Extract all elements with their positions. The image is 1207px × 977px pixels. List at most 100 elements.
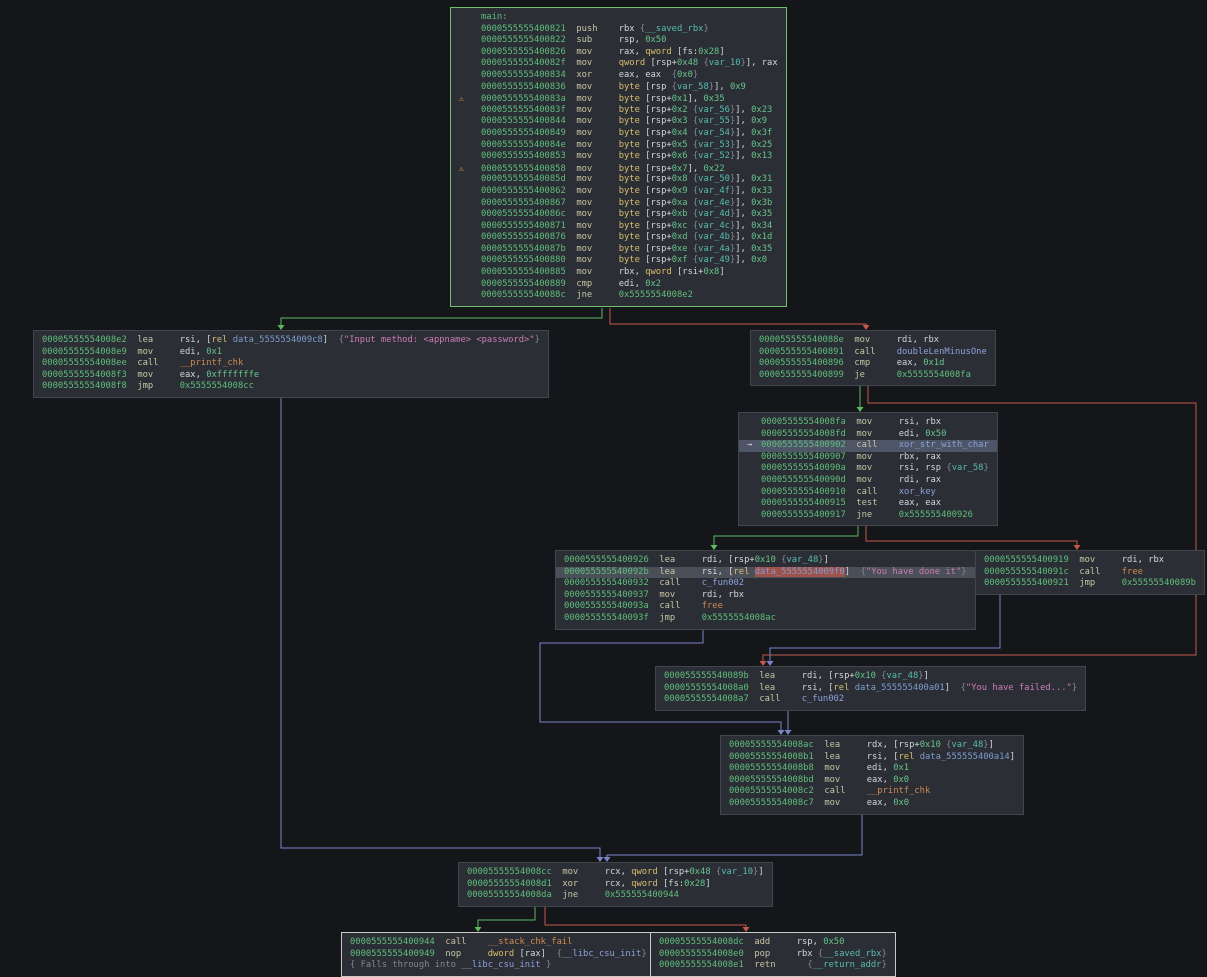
instruction-line[interactable]: 0000555555400919 mov rdi, rbx xyxy=(984,555,1196,567)
instruction-line[interactable]: 00005555554008b8 mov edi, 0x1 xyxy=(729,763,1015,775)
cfg-edge-true xyxy=(281,308,602,325)
instruction-line[interactable]: 00005555554008ee call __printf_chk xyxy=(42,358,540,370)
instruction-line[interactable]: 000055555540085d mov byte [rsp+0x8 {var_… xyxy=(459,174,778,186)
instruction-line[interactable]: 000055555540088e mov rdi, rbx xyxy=(759,335,987,347)
instruction-line[interactable]: 0000555555400917 jne 0x555555400926 xyxy=(747,510,989,522)
basic-block-8ac[interactable]: 00005555554008ac lea rdx, [rsp+0x10 {var… xyxy=(720,735,1024,815)
instruction-line[interactable]: 0000555555400822 sub rsp, 0x50 xyxy=(459,35,778,47)
instruction-line[interactable]: →0000555555400902 call xor_str_with_char xyxy=(739,440,997,452)
instruction-line[interactable]: 0000555555400896 cmp eax, 0x1d xyxy=(759,358,987,370)
token-m: add xyxy=(754,937,796,947)
instruction-line[interactable]: 000055555540082f mov qword [rsp+0x48 {va… xyxy=(459,58,778,70)
instruction-line[interactable]: 00005555554008fa mov rsi, rbx xyxy=(747,417,989,429)
instruction-line[interactable]: 0000555555400880 mov byte [rsp+0xf {var_… xyxy=(459,255,778,267)
token-r: [rsp xyxy=(645,82,666,92)
token-r xyxy=(566,116,577,126)
instruction-line[interactable]: 0000555555400834 xor eax, eax {0x0} xyxy=(459,70,778,82)
instruction-line[interactable]: main: xyxy=(459,12,778,24)
instruction-line[interactable]: 00005555554008b1 lea rsi, [rel data_5555… xyxy=(729,752,1015,764)
instruction-line[interactable]: 0000555555400853 mov byte [rsp+0x6 {var_… xyxy=(459,151,778,163)
instruction-line[interactable]: 00005555554008d1 xor rcx, qword [fs:0x28… xyxy=(467,879,764,891)
instruction-line[interactable]: 0000555555400821 push rbx {__saved_rbx} xyxy=(459,24,778,36)
instruction-line[interactable]: 00005555554008fd mov edi, 0x50 xyxy=(747,429,989,441)
instruction-line[interactable]: 000055555540088c jne 0x5555554008e2 xyxy=(459,290,778,302)
instruction-line[interactable]: 0000555555400862 mov byte [rsp+0x9 {var_… xyxy=(459,186,778,198)
instruction-line[interactable]: 000055555540092b lea rsi, [rel data_5555… xyxy=(556,567,975,579)
token-a: 00005555554008a0 xyxy=(664,683,749,693)
instruction-line[interactable]: 0000555555400871 mov byte [rsp+0xc {var_… xyxy=(459,221,778,233)
instruction-line[interactable]: 00005555554008f3 mov eax, 0xfffffffe xyxy=(42,370,540,382)
instruction-line[interactable]: 00005555554008dc add rsp, 0x50 xyxy=(659,937,887,949)
token-n: 0x0 xyxy=(677,70,693,80)
instruction-line[interactable]: 000055555540090a mov rsi, rsp {var_58} xyxy=(747,463,989,475)
token-r xyxy=(744,960,755,970)
basic-block-8dc[interactable]: 00005555554008dc add rsp, 0x500000555555… xyxy=(650,932,896,977)
instruction-line[interactable]: 0000555555400891 call doubleLenMinusOne xyxy=(759,347,987,359)
instruction-line[interactable]: 00005555554008ac lea rdx, [rsp+0x10 {var… xyxy=(729,740,1015,752)
instruction-line[interactable]: 000055555540093a call free xyxy=(564,601,967,613)
token-a: 0000555555400867 xyxy=(481,198,566,208)
instruction-line[interactable]: 0000555555400899 je 0x5555554008fa xyxy=(759,370,987,382)
instruction-line[interactable]: 0000555555400907 mov rbx, rax xyxy=(747,452,989,464)
token-r: [rsp+ xyxy=(645,244,671,254)
instruction-line[interactable]: 0000555555400844 mov byte [rsp+0x3 {var_… xyxy=(459,116,778,128)
instruction-line[interactable]: 00005555554008c2 call __printf_chk xyxy=(729,786,1015,798)
token-c: } xyxy=(535,335,540,345)
token-r xyxy=(552,890,563,900)
token-a: 0000555555400834 xyxy=(481,70,566,80)
instruction-line[interactable]: 00005555554008e1 retn {__return_addr} xyxy=(659,960,887,972)
instruction-line[interactable]: 0000555555400836 mov byte [rsp {var_58}]… xyxy=(459,82,778,94)
instruction-line[interactable]: 000055555540091c call free xyxy=(984,567,1196,579)
instruction-line[interactable]: 0000555555400876 mov byte [rsp+0xd {var_… xyxy=(459,232,778,244)
instruction-line[interactable]: 0000555555400926 lea rdi, [rsp+0x10 {var… xyxy=(564,555,967,567)
instruction-line[interactable]: 000055555540089b lea rdi, [rsp+0x10 {var… xyxy=(664,671,1077,683)
instruction-line[interactable]: 0000555555400921 jmp 0x55555540089b xyxy=(984,578,1196,590)
basic-block-944[interactable]: 0000555555400944 call __stack_chk_fail00… xyxy=(341,932,656,977)
basic-block-88e[interactable]: 000055555540088e mov rdi, rbx00005555554… xyxy=(750,330,996,386)
instruction-line[interactable]: 0000555555400915 test eax, eax xyxy=(747,498,989,510)
basic-block-8e2[interactable]: 00005555554008e2 lea rsi, [rel data_5555… xyxy=(33,330,549,398)
basic-block-89b[interactable]: 000055555540089b lea rdi, [rsp+0x10 {var… xyxy=(655,666,1086,711)
instruction-line[interactable]: 00005555554008a0 lea rsi, [rel data_5555… xyxy=(664,683,1077,695)
token-a: 000055555540082f xyxy=(481,58,566,68)
instruction-line[interactable]: 00005555554008cc mov rcx, qword [rsp+0x4… xyxy=(467,867,764,879)
instruction-line[interactable]: ⚠000055555540083a mov byte [rsp+0x1], 0x… xyxy=(459,93,778,105)
instruction-line[interactable]: 00005555554008f8 jmp 0x5555554008cc xyxy=(42,381,540,393)
graph-canvas[interactable]: main:0000555555400821 push rbx {__saved_… xyxy=(0,0,1207,977)
basic-block-926[interactable]: 0000555555400926 lea rdi, [rsp+0x10 {var… xyxy=(555,550,976,630)
token-a: 00005555554008e9 xyxy=(42,347,127,357)
basic-block-8fa[interactable]: 00005555554008fa mov rsi, rbx00005555554… xyxy=(738,412,998,526)
instruction-line[interactable]: 0000555555400949 nop dword [rax] {__libc… xyxy=(350,949,647,961)
instruction-line[interactable]: 0000555555400910 call xor_key xyxy=(747,487,989,499)
basic-block-919[interactable]: 0000555555400919 mov rdi, rbx00005555554… xyxy=(975,550,1205,595)
instruction-line[interactable]: 0000555555400889 cmp edi, 0x2 xyxy=(459,279,778,291)
instruction-line[interactable]: 000055555540083f mov byte [rsp+0x2 {var_… xyxy=(459,105,778,117)
instruction-line[interactable]: 0000555555400944 call __stack_chk_fail xyxy=(350,937,647,949)
instruction-line[interactable]: 0000555555400867 mov byte [rsp+0xa {var_… xyxy=(459,198,778,210)
instruction-line[interactable]: 00005555554008bd mov eax, 0x0 xyxy=(729,775,1015,787)
instruction-line[interactable]: 0000555555400849 mov byte [rsp+0x4 {var_… xyxy=(459,128,778,140)
instruction-line[interactable]: { Falls through into __libc_csu_init } xyxy=(350,960,647,972)
token-v: var_4c xyxy=(698,221,730,231)
instruction-line[interactable]: 00005555554008a7 call c_fun002 xyxy=(664,694,1077,706)
instruction-line[interactable]: 0000555555400932 call c_fun002 xyxy=(564,578,967,590)
instruction-line[interactable]: 000055555540093f jmp 0x5555554008ac xyxy=(564,613,967,625)
instruction-line[interactable]: 00005555554008da jne 0x555555400944 xyxy=(467,890,764,902)
instruction-line[interactable]: 00005555554008c7 mov eax, 0x0 xyxy=(729,798,1015,810)
instruction-line[interactable]: 000055555540087b mov byte [rsp+0xe {var_… xyxy=(459,244,778,256)
instruction-line[interactable]: ⚠0000555555400858 mov byte [rsp+0x7], 0x… xyxy=(459,163,778,175)
instruction-line[interactable]: 0000555555400826 mov rax, qword [fs:0x28… xyxy=(459,47,778,59)
token-n: 0x50 xyxy=(823,937,844,947)
instruction-line[interactable]: 00005555554008e0 pop rbx {__saved_rbx} xyxy=(659,949,887,961)
token-a: 00005555554008c7 xyxy=(729,798,814,808)
instruction-line[interactable]: 0000555555400885 mov rbx, qword [rsi+0x8… xyxy=(459,267,778,279)
instruction-line[interactable]: 00005555554008e2 lea rsi, [rel data_5555… xyxy=(42,335,540,347)
instruction-line[interactable]: 000055555540086c mov byte [rsp+0xb {var_… xyxy=(459,209,778,221)
basic-block-main[interactable]: main:0000555555400821 push rbx {__saved_… xyxy=(450,7,787,307)
basic-block-8cc[interactable]: 00005555554008cc mov rcx, qword [rsp+0x4… xyxy=(458,862,773,907)
instruction-line[interactable]: 000055555540090d mov rdi, rax xyxy=(747,475,989,487)
instruction-line[interactable]: 000055555540084e mov byte [rsp+0x5 {var_… xyxy=(459,140,778,152)
instruction-line[interactable]: 00005555554008e9 mov edi, 0x1 xyxy=(42,347,540,359)
token-r xyxy=(814,763,825,773)
instruction-line[interactable]: 0000555555400937 mov rdi, rbx xyxy=(564,590,967,602)
